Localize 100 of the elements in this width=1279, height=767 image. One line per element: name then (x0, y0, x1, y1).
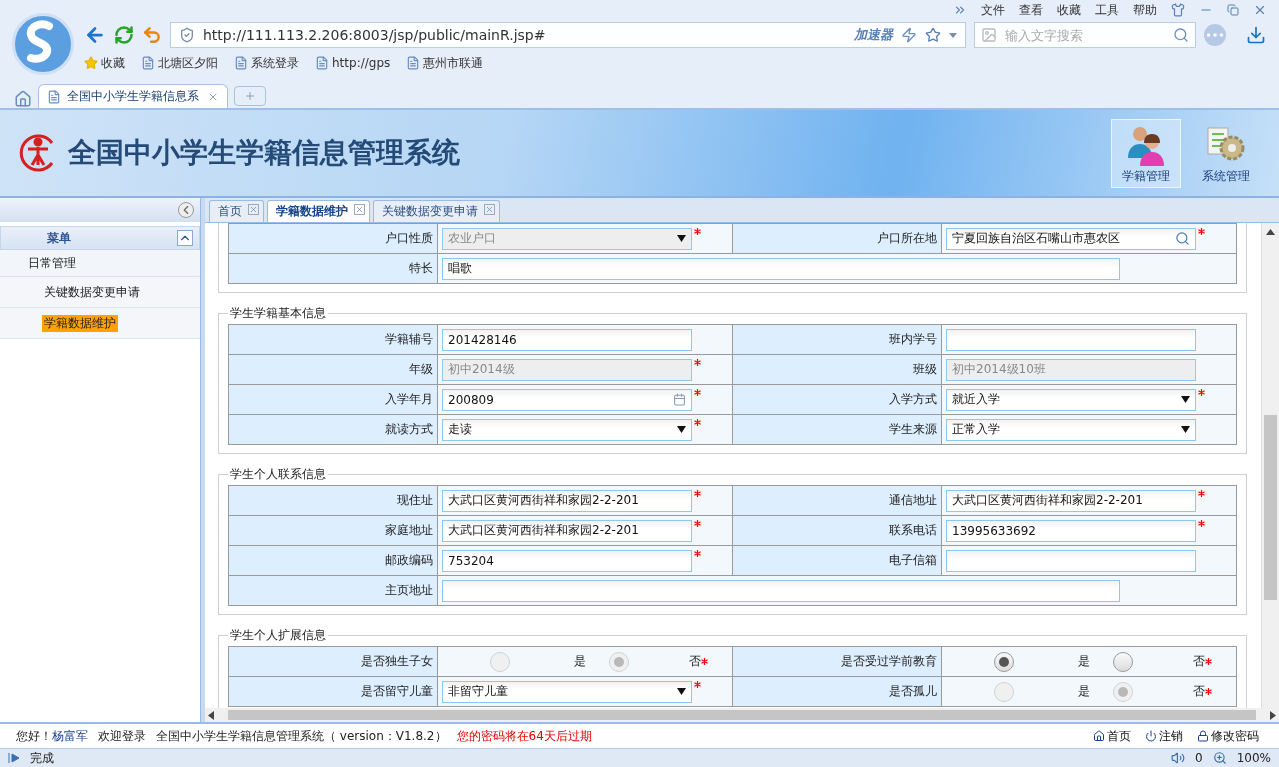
back-icon[interactable] (84, 24, 106, 46)
scroll-left-icon[interactable] (208, 710, 214, 720)
menu-item[interactable]: 文件 (981, 1, 1005, 19)
field-label: 是否受过学前教育 (732, 646, 942, 677)
input-field[interactable]: 13995633692 (946, 519, 1196, 542)
radio-button[interactable] (994, 651, 1014, 672)
input-field[interactable]: 大武口区黄河西街祥和家园2-2-201 (442, 489, 692, 512)
field-label: 入学年月 (228, 384, 438, 415)
field-label: 现住址 (228, 485, 438, 516)
greeting-text: 您好！ (16, 727, 52, 745)
search-icon[interactable] (1175, 231, 1190, 246)
user-name: 杨富军 (52, 727, 88, 745)
menu-title: 菜单 (47, 229, 71, 247)
footer-link[interactable]: 首页 (1093, 727, 1131, 745)
menu-item[interactable]: 收藏 (1057, 1, 1081, 19)
radio-label: 是 (1077, 683, 1090, 700)
blocked-count: 0 (1195, 751, 1203, 765)
input-field[interactable] (946, 328, 1196, 351)
star-icon (84, 56, 98, 70)
tab[interactable]: 学籍数据维护 (267, 200, 370, 222)
new-tab-button[interactable] (234, 86, 266, 106)
accelerator-label[interactable]: 加速器 (854, 26, 893, 44)
menu-item[interactable]: 工具 (1095, 1, 1119, 19)
more-icon[interactable] (1204, 24, 1226, 46)
bookmark[interactable]: 收藏 (84, 54, 125, 72)
input-field[interactable]: 201428146 (442, 328, 692, 351)
input-field[interactable] (442, 579, 1120, 602)
radio-label: 否 (689, 653, 708, 670)
menu-item[interactable]: 查看 (1019, 1, 1043, 19)
input-field[interactable]: 唱歌 (442, 257, 1120, 280)
more-icon[interactable] (953, 3, 967, 17)
radio-button[interactable] (1113, 651, 1133, 672)
footer-link[interactable]: 修改密码 (1197, 727, 1259, 745)
refresh-icon[interactable] (114, 25, 134, 45)
welcome-text: 欢迎登录 (98, 727, 146, 745)
lightning-icon[interactable] (901, 27, 917, 43)
volume-icon[interactable] (1171, 751, 1186, 765)
scroll-right-icon[interactable] (1270, 710, 1276, 720)
select-field[interactable]: 非留守儿童 (442, 680, 692, 703)
close-icon[interactable] (248, 204, 259, 215)
zoom-level: 100% (1236, 751, 1271, 765)
menu-item[interactable]: 学籍数据维护 (42, 314, 118, 332)
dropdown-caret-icon (677, 426, 686, 433)
menu-group[interactable]: 日常管理 (0, 250, 200, 277)
date-field[interactable]: 200809 (442, 388, 692, 411)
skin-icon[interactable] (1171, 3, 1185, 17)
calendar-icon[interactable] (673, 393, 686, 406)
field-label: 入学方式 (732, 384, 942, 415)
status-text: 完成 (30, 749, 54, 767)
nav-item[interactable]: 学籍管理 (1111, 118, 1181, 188)
tab-title: 全国中小学生学籍信息系 (67, 88, 200, 105)
nav-item[interactable]: 系统管理 (1191, 118, 1261, 188)
input-field[interactable] (946, 549, 1196, 572)
select-field[interactable]: 就近入学 (946, 388, 1196, 411)
restore-icon[interactable] (1227, 4, 1239, 16)
input-field[interactable]: 大武口区黄河西街祥和家园2-2-201 (442, 519, 692, 542)
vertical-scrollbar[interactable] (1261, 223, 1279, 708)
field-label: 电子信箱 (732, 545, 942, 576)
bookmark[interactable]: http://gps (315, 56, 391, 70)
bookmark[interactable]: 系统登录 (234, 54, 299, 72)
collapse-button[interactable] (177, 230, 193, 246)
page-icon (47, 89, 61, 104)
field-label: 是否留守儿童 (228, 676, 438, 707)
star-icon[interactable] (925, 27, 941, 43)
bookmark[interactable]: 惠州市联通 (406, 54, 484, 72)
menu-item[interactable]: 帮助 (1133, 1, 1157, 19)
scroll-up-icon[interactable] (1266, 229, 1275, 235)
field-label: 学籍辅号 (228, 324, 438, 355)
address-bar[interactable]: http://111.113.2.206:8003/jsp/public/mainR.jsp# 加速器 (170, 22, 966, 48)
zoom-icon[interactable] (1212, 751, 1227, 765)
select-field[interactable]: 走读 (442, 418, 692, 441)
dropdown-caret-icon (1181, 426, 1190, 433)
lookup-field[interactable]: 宁夏回族自治区石嘴山市惠农区 (946, 227, 1196, 250)
footer-link[interactable]: 注销 (1145, 727, 1183, 745)
browser-tab[interactable]: 全国中小学生学籍信息系 (38, 84, 228, 108)
search-icon[interactable] (1173, 27, 1189, 43)
dropdown-caret-icon[interactable] (949, 32, 957, 38)
close-icon[interactable] (1253, 3, 1267, 17)
section-title: 学生学籍基本信息 (229, 305, 327, 322)
horizontal-scrollbar[interactable] (205, 708, 1279, 722)
sidebar-toggle-icon[interactable] (8, 753, 20, 763)
field-label: 是否独生子女 (228, 646, 438, 677)
tab[interactable]: 关键数据变更申请 (373, 200, 500, 222)
page-icon (315, 56, 329, 70)
field-label: 联系电话 (732, 515, 942, 546)
search-bar[interactable]: 输入文字搜索 (974, 22, 1196, 48)
input-field[interactable]: 大武口区黄河西街祥和家园2-2-201 (946, 489, 1196, 512)
input-field[interactable]: 753204 (442, 549, 692, 572)
search-field[interactable]: 输入文字搜索 (1003, 26, 1167, 44)
bookmark[interactable]: 北塘区夕阳 (141, 54, 218, 72)
field-label: 通信地址 (732, 485, 942, 516)
select-field[interactable]: 正常入学 (946, 418, 1196, 441)
undo-icon[interactable] (142, 25, 162, 45)
download-icon[interactable] (1246, 25, 1266, 45)
close-icon[interactable] (354, 204, 365, 215)
home-icon[interactable] (14, 90, 32, 108)
close-icon[interactable] (484, 204, 495, 215)
tab[interactable]: 首页 (209, 200, 264, 222)
collapse-button[interactable] (178, 202, 194, 218)
dropdown-caret-icon (677, 235, 686, 242)
